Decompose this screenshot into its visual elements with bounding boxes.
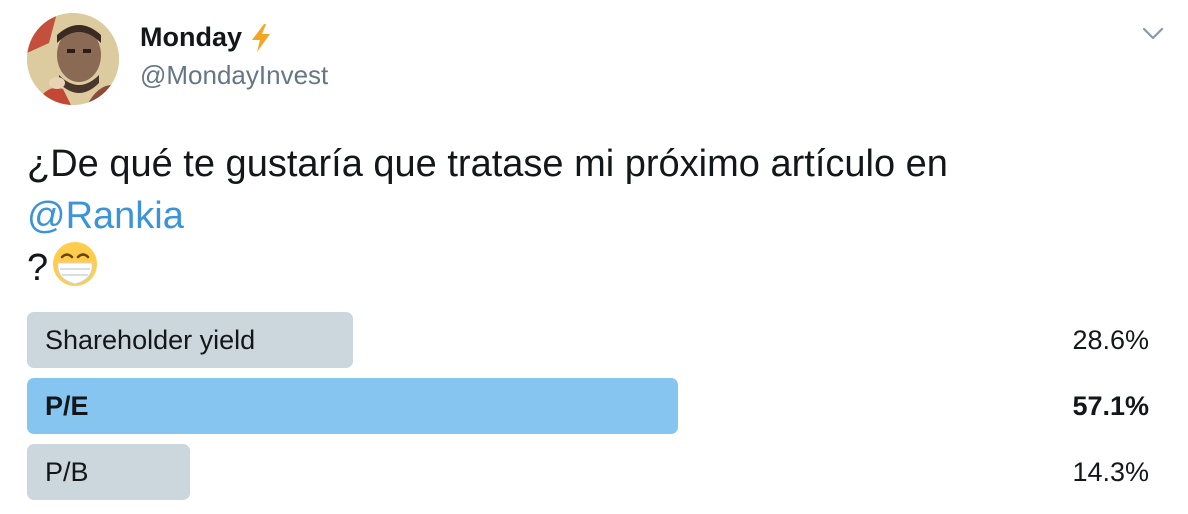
- poll-option-percent: 57.1%: [1072, 391, 1149, 421]
- mention-link[interactable]: @Rankia: [27, 195, 184, 237]
- lightning-bolt-icon: [248, 23, 274, 53]
- poll-option-label: P/B: [45, 457, 89, 487]
- poll-bar: [27, 378, 678, 434]
- author-handle[interactable]: @MondayInvest: [140, 60, 328, 91]
- author-name-text: Monday: [140, 22, 243, 52]
- poll-option-label: Shareholder yield: [45, 325, 256, 355]
- poll-option-label: P/E: [45, 391, 89, 421]
- chevron-down-icon[interactable]: [1140, 22, 1166, 44]
- poll-option: P/E 57.1%: [27, 378, 1149, 434]
- avatar-photo: [27, 13, 119, 105]
- poll: Shareholder yield 28.6% P/E 57.1% P/B 14…: [27, 312, 1149, 510]
- avatar[interactable]: [27, 13, 119, 105]
- face-with-medical-mask-icon: [50, 239, 100, 289]
- poll-option: Shareholder yield 28.6%: [27, 312, 1149, 368]
- question-mark: ?: [27, 247, 49, 289]
- poll-option-percent: 28.6%: [1072, 325, 1149, 355]
- poll-option: P/B 14.3%: [27, 444, 1149, 500]
- tweet-text: ¿De qué te gustaría que tratase mi próxi…: [27, 138, 1157, 295]
- poll-option-percent: 14.3%: [1072, 457, 1149, 487]
- author-display-name[interactable]: Monday: [140, 22, 274, 53]
- tweet-text-line: ¿De qué te gustaría que tratase mi próxi…: [27, 143, 948, 185]
